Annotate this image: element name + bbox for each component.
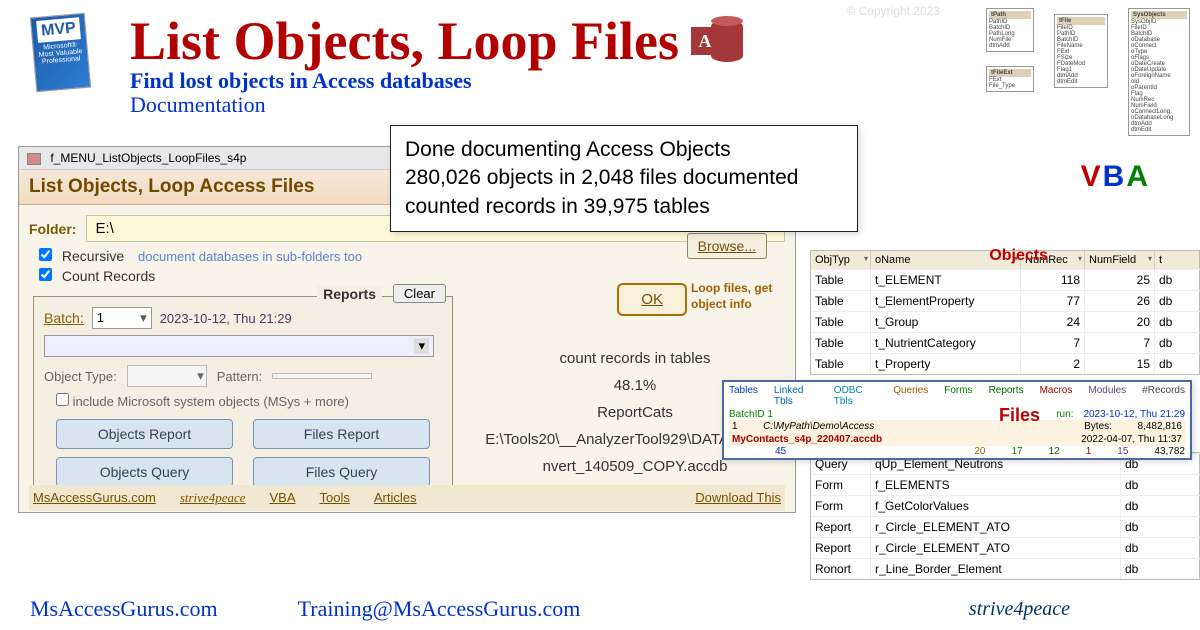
include-msys-checkbox[interactable] [56, 393, 69, 406]
col-numfield[interactable]: NumField▾ [1085, 251, 1155, 269]
files-run-date: 2023-10-12, Thu 21:29 [1083, 409, 1185, 420]
done-message-box: Done documenting Access Objects 280,026 … [390, 125, 858, 232]
reports-group: Reports Clear Batch: 1▾ 2023-10-12, Thu … [33, 296, 453, 498]
batch-date: 2023-10-12, Thu 21:29 [160, 311, 292, 326]
vba-a: A [1126, 160, 1150, 193]
files-tabs: TablesLinked TblsODBC TblsQueriesFormsRe… [729, 385, 1185, 407]
recursive-hint: document databases in sub-folders too [138, 249, 362, 264]
copyright-text: © Copyright 2023 [846, 4, 940, 18]
col-t[interactable]: t [1155, 251, 1200, 269]
objects-report-button[interactable]: Objects Report [56, 419, 233, 449]
table-row[interactable]: Ronortr_Line_Border_Elementdb [811, 558, 1199, 579]
status-line-1: count records in tables [467, 345, 803, 372]
files-filename: MyContacts_s4p_220407.accdb [732, 434, 882, 445]
table-row[interactable]: Reportr_Circle_ELEMENT_ATOdb [811, 516, 1199, 537]
clear-button[interactable]: Clear [393, 284, 446, 303]
mvp-badge: MVP Microsoft® Most Valuable Professiona… [30, 13, 91, 93]
table-row[interactable]: Tablet_Property215db [811, 353, 1199, 374]
files-report-box: TablesLinked TblsODBC TblsQueriesFormsRe… [722, 380, 1192, 460]
object-type-label: Object Type: [44, 369, 117, 384]
footer-s4p: strive4peace [969, 598, 1070, 621]
objects-overlay-title: Objects [989, 247, 1048, 265]
table-row[interactable]: Reportr_Circle_ELEMENT_ATOdb [811, 537, 1199, 558]
include-msys-label: include Microsoft system objects (MSys +… [73, 394, 349, 409]
form-links: MsAccessGurus.com strive4peace VBA Tools… [29, 485, 785, 511]
table-row[interactable]: Tablet_Group2420db [811, 311, 1199, 332]
files-report-button[interactable]: Files Report [253, 419, 430, 449]
batch-label: Batch: [44, 310, 84, 326]
form-icon [27, 153, 41, 165]
batch-select[interactable]: 1▾ [92, 307, 152, 329]
ok-button[interactable]: OK [617, 283, 687, 316]
pattern-label: Pattern: [217, 369, 263, 384]
done-line-2: 280,026 objects in 2,048 files documente… [405, 164, 843, 192]
files-batchid: BatchID 1 [729, 409, 773, 420]
subtitle-2: Documentation [130, 92, 743, 118]
link-vba[interactable]: VBA [270, 490, 296, 506]
loop-files-text: Loop files, get object info [691, 281, 787, 312]
done-line-1: Done documenting Access Objects [405, 136, 843, 164]
table-row[interactable]: Formf_ELEMENTSdb [811, 474, 1199, 495]
chevron-down-icon: ▾ [197, 368, 204, 384]
files-path: C:\MyPath\Demo\Access [763, 421, 874, 432]
footer: MsAccessGurus.com Training@MsAccessGurus… [0, 596, 1200, 622]
recursive-checkbox[interactable] [39, 248, 52, 261]
table-row[interactable]: Tablet_ElementProperty7726db [811, 290, 1199, 311]
done-line-3: counted records in 39,975 tables [405, 193, 843, 221]
footer-email[interactable]: Training@MsAccessGurus.com [298, 596, 581, 622]
diag-sysobjects-hdr: SysObjects [1131, 11, 1187, 19]
diag-tpath-hdr: tPath [989, 11, 1031, 19]
form-window-title: f_MENU_ListObjects_LoopFiles_s4p [50, 151, 246, 165]
files-query-button[interactable]: Files Query [253, 457, 430, 487]
vba-label: VBA [1081, 160, 1150, 194]
title-block: List Objects, Loop Files A Find lost obj… [130, 10, 743, 118]
objects-grid-2: QueryqUp_Element_Neutronsdb Formf_ELEMEN… [810, 452, 1200, 580]
folder-label: Folder: [29, 221, 76, 237]
chevron-down-icon: ▾ [414, 338, 429, 354]
link-tools[interactable]: Tools [320, 490, 350, 506]
title-text: List Objects, Loop Files [130, 10, 679, 72]
table-row[interactable]: Formf_GetColorValuesdb [811, 495, 1199, 516]
mvp-big: MVP [36, 17, 80, 43]
table-row[interactable]: Tablet_ELEMENT11825db [811, 269, 1199, 290]
vba-b: B [1103, 160, 1127, 193]
objects-grid: ObjTyp▾ oName▾ NumRec▾ NumField▾ t Table… [810, 250, 1200, 375]
access-icon: A [691, 15, 743, 67]
object-select[interactable]: ▾ [44, 335, 434, 357]
form-body: Folder: E:\ Browse... Recursive document… [19, 205, 795, 512]
link-s4p[interactable]: strive4peace [180, 490, 246, 506]
link-download[interactable]: Download This [695, 490, 781, 506]
recursive-label: Recursive [62, 248, 124, 264]
relationship-diagram: tPath PathIDBatchIDPathLongNumFiledtmAdd… [986, 6, 1196, 154]
main-title: List Objects, Loop Files A [130, 10, 743, 72]
count-records-label: Count Records [62, 268, 155, 284]
diag-sysobjects: SysObjects SysObjIDFileIDBatchIDoDatabas… [1128, 8, 1190, 136]
table-row[interactable]: Tablet_NutrientCategory77db [811, 332, 1199, 353]
reports-legend: Reports [317, 286, 382, 302]
diag-tfileext-hdr: tFileExt [989, 69, 1031, 77]
browse-button[interactable]: Browse... [687, 233, 767, 259]
count-records-checkbox[interactable] [39, 268, 52, 281]
link-articles[interactable]: Articles [374, 490, 417, 506]
vba-v: V [1081, 160, 1103, 193]
files-overlay-title: Files [999, 405, 1040, 426]
col-objtyp[interactable]: ObjTyp▾ [811, 251, 871, 269]
object-type-select[interactable]: ▾ [127, 365, 207, 387]
files-bytes: 8,482,816 [1138, 421, 1183, 432]
diag-tfile-hdr: tFile [1057, 17, 1105, 25]
pattern-input[interactable] [272, 373, 372, 379]
objects-query-button[interactable]: Objects Query [56, 457, 233, 487]
diag-tfile: tFile FileIDPathIDBatchIDFileNameFExtFSi… [1054, 14, 1108, 88]
chevron-down-icon: ▾ [140, 310, 147, 326]
footer-site[interactable]: MsAccessGurus.com [30, 596, 218, 622]
diag-tpath: tPath PathIDBatchIDPathLongNumFiledtmAdd [986, 8, 1034, 52]
link-gurus[interactable]: MsAccessGurus.com [33, 490, 156, 506]
diag-tfileext: tFileExt FExtFile_Type [986, 66, 1034, 92]
mvp-small: Microsoft® Most Valuable Professional [36, 41, 85, 66]
files-date: 2022-04-07, Thu 11:37 [1081, 434, 1182, 445]
